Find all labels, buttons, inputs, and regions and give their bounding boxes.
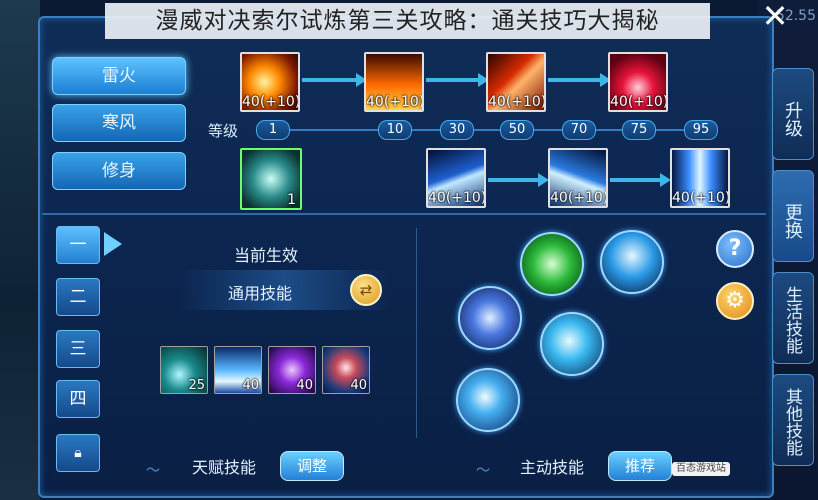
talent-skill[interactable]: 25 xyxy=(160,346,208,394)
talent-level: 40 xyxy=(242,378,259,393)
talent-level: 40 xyxy=(296,378,313,393)
swap-icon: ⇄ xyxy=(359,281,373,299)
column-divider xyxy=(416,228,417,438)
arrow xyxy=(426,78,480,82)
skill-level: 40(+10) xyxy=(672,190,730,206)
skill-flame-burst[interactable]: 40(+10) xyxy=(364,52,424,112)
active-page-arrow-icon xyxy=(104,232,122,256)
skill-level: 40(+10) xyxy=(550,190,608,206)
level-marker: 75 xyxy=(622,120,656,140)
gear-icon: ⚙ xyxy=(725,288,745,313)
side-tab-other-skills[interactable]: 其他技能 xyxy=(772,374,814,466)
level-marker: 95 xyxy=(684,120,718,140)
swap-skills-button[interactable]: ⇄ xyxy=(350,274,382,306)
arrow xyxy=(548,78,602,82)
skill-fireball[interactable]: 40(+10) xyxy=(240,52,300,112)
section-divider xyxy=(42,213,766,215)
talent-level: 40 xyxy=(350,378,367,393)
level-marker: 70 xyxy=(562,120,596,140)
arrow xyxy=(302,78,358,82)
arrow xyxy=(610,178,662,182)
side-tab-replace[interactable]: 更换 xyxy=(772,170,814,262)
skill-level: 40(+10) xyxy=(428,190,486,206)
skill-level: 40(+10) xyxy=(366,94,424,110)
help-button[interactable]: ? xyxy=(716,230,754,268)
arrow xyxy=(488,178,540,182)
level-marker: 50 xyxy=(500,120,534,140)
page-tab-2[interactable]: 二 xyxy=(56,278,100,316)
tab-cultivation[interactable]: 修身 xyxy=(52,152,186,190)
active-skills-label: 主动技能 xyxy=(520,458,585,477)
side-tab-life-skills[interactable]: 生活技能 xyxy=(772,272,814,364)
ornament-icon: 〜 xyxy=(476,463,490,479)
talent-skills-label: 天赋技能 xyxy=(192,458,257,477)
adjust-button[interactable]: 调整 xyxy=(280,451,344,481)
level-marker: 10 xyxy=(378,120,412,140)
current-effect-label: 当前生效 xyxy=(234,246,299,265)
skill-level: 40(+10) xyxy=(610,94,668,110)
question-icon: ? xyxy=(728,236,742,261)
level-marker: 30 xyxy=(440,120,474,140)
page-tab-1[interactable]: 一 xyxy=(56,226,100,264)
lock-icon: 🔒︎ xyxy=(74,445,82,461)
page-tab-locked[interactable]: 🔒︎ xyxy=(56,434,100,472)
active-skill-frost-orb[interactable] xyxy=(456,368,520,432)
skill-lightning-bolt[interactable]: 40(+10) xyxy=(426,148,486,208)
skill-lightning-arc[interactable]: 40(+10) xyxy=(548,148,608,208)
skill-fire-slash[interactable]: 40(+10) xyxy=(486,52,546,112)
scenery-left xyxy=(0,0,40,500)
side-tab-upgrade[interactable]: 升级 xyxy=(772,68,814,160)
page-title: 漫威对决索尔试炼第三关攻略：通关技巧大揭秘 xyxy=(105,3,710,39)
tab-coldwind[interactable]: 寒风 xyxy=(52,104,186,142)
skill-crimson-burst[interactable]: 40(+10) xyxy=(608,52,668,112)
active-skill-sprint[interactable] xyxy=(520,232,584,296)
talent-level: 25 xyxy=(188,378,205,393)
skill-thunder-fist[interactable]: 1 xyxy=(240,148,302,210)
skill-lightning-storm[interactable]: 40(+10) xyxy=(670,148,730,208)
watermark: 百态游戏站 xyxy=(672,462,730,476)
active-skill-ice-spikes[interactable] xyxy=(458,286,522,350)
level-marker: 1 xyxy=(256,120,290,140)
skill-level: 40(+10) xyxy=(488,94,546,110)
level-label: 等级 xyxy=(208,122,239,140)
tab-thunderfire[interactable]: 雷火 xyxy=(52,57,186,95)
skill-level: 40(+10) xyxy=(242,94,300,110)
active-skill-frost-dash[interactable] xyxy=(540,312,604,376)
talent-skill[interactable]: 40 xyxy=(214,346,262,394)
close-button[interactable]: ✕ xyxy=(760,0,790,35)
active-skill-silhouette[interactable] xyxy=(600,230,664,294)
page-tab-4[interactable]: 四 xyxy=(56,380,100,418)
recommend-button[interactable]: 推荐 xyxy=(608,451,672,481)
page-tab-3[interactable]: 三 xyxy=(56,330,100,368)
talent-skill[interactable]: 40 xyxy=(322,346,370,394)
close-icon: ✕ xyxy=(761,0,789,35)
skill-level: 1 xyxy=(287,192,296,208)
ornament-icon: 〜 xyxy=(146,463,160,479)
talent-skill[interactable]: 40 xyxy=(268,346,316,394)
settings-button[interactable]: ⚙ xyxy=(716,282,754,320)
general-skills-label: 通用技能 xyxy=(228,284,293,303)
